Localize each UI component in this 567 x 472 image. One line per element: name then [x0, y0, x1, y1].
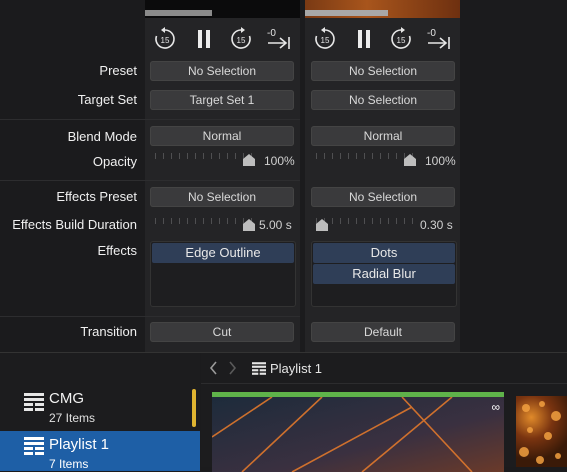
layer-2-build-duration-slider[interactable] [316, 218, 416, 231]
layer-2-opacity-slider[interactable] [316, 153, 416, 166]
section-divider [0, 180, 300, 181]
layer-2-opacity-value: 100% [425, 154, 456, 168]
sidebar-item-playlist-1[interactable]: Playlist 1 7 Items [0, 431, 200, 471]
effect-item[interactable]: Edge Outline [152, 243, 294, 263]
svg-text:-0: -0 [267, 28, 276, 39]
pause-icon[interactable] [351, 26, 377, 52]
blend-mode-label: Blend Mode [67, 129, 137, 144]
svg-text:15: 15 [237, 36, 246, 45]
layer-1-progress-bar [145, 10, 212, 16]
layer-2-effects-preset-dropdown[interactable]: No Selection [311, 187, 455, 207]
layer-1-effects-preset-dropdown[interactable]: No Selection [150, 187, 294, 207]
opacity-label: Opacity [92, 154, 137, 169]
thumbnail-image [212, 397, 504, 472]
effects-label: Effects [97, 243, 137, 258]
slider-knob-icon[interactable] [316, 219, 328, 231]
svg-text:15: 15 [397, 36, 406, 45]
section-divider [0, 316, 300, 317]
sidebar-item-count: 27 Items [49, 411, 96, 425]
layer-2-progress-bar [305, 10, 388, 16]
sidebar-item-name: Playlist 1 [49, 436, 110, 453]
pause-icon[interactable] [191, 26, 217, 52]
layer-2-target-set-dropdown[interactable]: No Selection [311, 90, 455, 110]
sidebar-item-count: 7 Items [49, 457, 89, 471]
section-divider [0, 119, 300, 120]
playlist-item[interactable] [516, 396, 567, 467]
slider-knob-icon[interactable] [404, 154, 416, 166]
effect-item[interactable]: Dots [313, 243, 455, 263]
svg-text:-0: -0 [427, 28, 436, 39]
effects-build-duration-label: Effects Build Duration [12, 217, 137, 232]
scroll-indicator [192, 389, 196, 427]
svg-text:15: 15 [161, 36, 170, 45]
layer-1-opacity-value: 100% [264, 154, 295, 168]
layer-1-opacity-slider[interactable] [155, 153, 255, 166]
playlist-icon [252, 362, 266, 375]
playlist-header: Playlist 1 [201, 353, 567, 384]
layer-1-blend-mode-dropdown[interactable]: Normal [150, 126, 294, 146]
sidebar-item-cmg[interactable]: CMG 27 Items [0, 383, 200, 429]
back-chevron-icon[interactable] [209, 361, 219, 375]
thumbnail-image [519, 401, 561, 464]
playlist-icon [24, 437, 44, 455]
transition-label: Transition [80, 324, 137, 339]
layer-2-preset-dropdown[interactable]: No Selection [311, 61, 455, 81]
preset-label: Preset [99, 63, 137, 78]
layer-2-transition-dropdown[interactable]: Default [311, 322, 455, 342]
effect-item[interactable]: Radial Blur [313, 264, 455, 284]
sidebar-item-name: CMG [49, 390, 84, 407]
layer-2-blend-mode-dropdown[interactable]: Normal [311, 126, 455, 146]
rewind-15-icon[interactable]: 15 [312, 26, 338, 52]
target-set-label: Target Set [77, 92, 137, 107]
layer-1-target-set-dropdown[interactable]: Target Set 1 [150, 90, 294, 110]
loop-badge: ∞ [491, 400, 500, 414]
effects-preset-label: Effects Preset [56, 189, 137, 204]
library-icon [24, 393, 44, 411]
layer-1-preview[interactable] [145, 0, 300, 18]
layer-2-preview[interactable] [305, 0, 460, 18]
forward-15-icon[interactable]: 15 [388, 26, 414, 52]
library-sidebar: CMG 27 Items Playlist 1 7 Items [0, 353, 200, 471]
playlist-item-active[interactable]: ∞ [212, 392, 504, 472]
go-to-end-icon[interactable]: -0 [265, 26, 293, 52]
forward-15-icon[interactable]: 15 [228, 26, 254, 52]
layer-2-build-duration-value: 0.30 s [420, 218, 453, 232]
playlist-title: Playlist 1 [270, 361, 323, 376]
layer-1-build-duration-value: 5.00 s [259, 218, 292, 232]
slider-knob-icon[interactable] [243, 219, 255, 231]
layer-1-preset-dropdown[interactable]: No Selection [150, 61, 294, 81]
layer-2-effects-list[interactable]: Dots Radial Blur [311, 241, 457, 307]
layer-1-transition-dropdown[interactable]: Cut [150, 322, 294, 342]
forward-chevron-icon[interactable] [227, 361, 237, 375]
svg-text:15: 15 [321, 36, 330, 45]
rewind-15-icon[interactable]: 15 [152, 26, 178, 52]
layer-1-effects-list[interactable]: Edge Outline [150, 241, 296, 307]
go-to-end-icon[interactable]: -0 [425, 26, 453, 52]
slider-knob-icon[interactable] [243, 154, 255, 166]
layer-1-build-duration-slider[interactable] [155, 218, 255, 231]
